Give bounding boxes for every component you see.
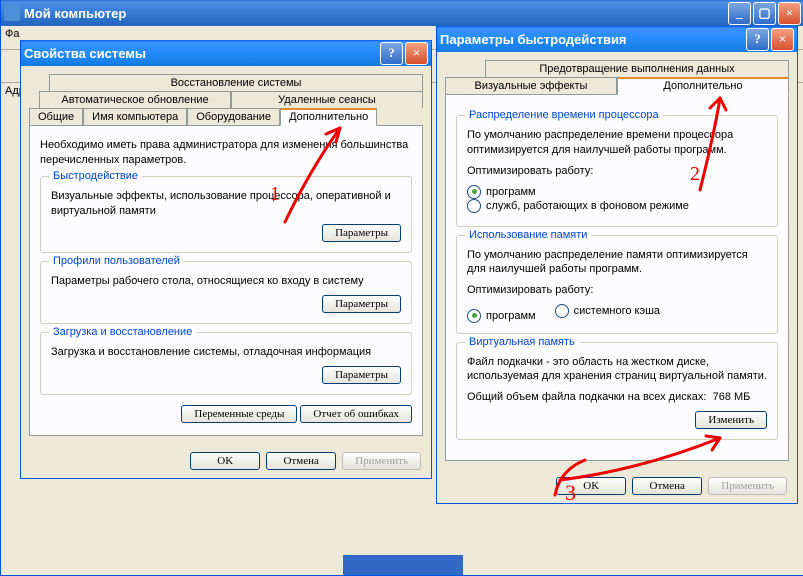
- performance-options-title: Параметры быстродействия: [440, 32, 744, 47]
- startup-recovery-desc: Загрузка и восстановление системы, отлад…: [51, 345, 401, 360]
- tab-hardware[interactable]: Оборудование: [187, 108, 280, 125]
- performance-options-dialog: Параметры быстродействия ? × Предотвраще…: [436, 26, 798, 504]
- close-button[interactable]: ×: [405, 42, 428, 65]
- tab-remote[interactable]: Удаленные сеансы: [231, 91, 423, 108]
- apply-button[interactable]: Применить: [342, 452, 421, 470]
- change-pagefile-button[interactable]: Изменить: [695, 411, 767, 429]
- memory-usage-desc: По умолчанию распределение памяти оптими…: [467, 248, 767, 278]
- performance-desc: Визуальные эффекты, использование процес…: [51, 189, 401, 219]
- admin-note: Необходимо иметь права администратора дл…: [40, 138, 412, 168]
- cpu-scheduling-legend: Распределение времени процессора: [465, 109, 663, 121]
- performance-options-titlebar[interactable]: Параметры быстродействия ? ×: [437, 26, 797, 52]
- ok-button[interactable]: OK: [556, 477, 626, 495]
- cpu-optimize-label: Оптимизировать работу:: [467, 164, 767, 179]
- my-computer-title: Мой компьютер: [24, 6, 726, 21]
- virtual-memory-legend: Виртуальная память: [465, 336, 579, 348]
- help-button[interactable]: ?: [746, 28, 769, 51]
- menu-file[interactable]: Фа: [5, 28, 19, 40]
- pagefile-total-value: 768 МБ: [713, 391, 751, 403]
- tab-advanced[interactable]: Дополнительно: [280, 108, 377, 126]
- radio-cpu-services[interactable]: служб, работающих в фоновом режиме: [467, 199, 689, 213]
- tab-general[interactable]: Общие: [29, 108, 83, 125]
- my-computer-titlebar[interactable]: Мой компьютер _ ▢ ×: [1, 0, 803, 26]
- radio-mem-programs[interactable]: программ: [467, 309, 536, 323]
- virtual-memory-group: Виртуальная память Файл подкачки - это о…: [456, 342, 778, 441]
- cpu-scheduling-group: Распределение времени процессора По умол…: [456, 115, 778, 227]
- system-properties-titlebar[interactable]: Свойства системы ? ×: [21, 40, 431, 66]
- apply-button[interactable]: Применить: [708, 477, 787, 495]
- cpu-scheduling-desc: По умолчанию распределение времени проце…: [467, 128, 767, 158]
- tab-auto-update[interactable]: Автоматическое обновление: [39, 91, 231, 108]
- error-report-button[interactable]: Отчет об ошибках: [300, 405, 412, 423]
- perf-advanced-panel: Распределение времени процессора По умол…: [445, 94, 789, 461]
- user-profiles-desc: Параметры рабочего стола, относящиеся ко…: [51, 274, 401, 289]
- startup-recovery-group: Загрузка и восстановление Загрузка и вос…: [40, 332, 412, 395]
- cancel-button[interactable]: Отмена: [632, 477, 702, 495]
- system-properties-title: Свойства системы: [24, 46, 378, 61]
- tab-visual-effects[interactable]: Визуальные эффекты: [445, 77, 617, 94]
- close-button[interactable]: ×: [771, 28, 794, 51]
- tab-dep[interactable]: Предотвращение выполнения данных: [485, 60, 789, 77]
- maximize-button[interactable]: ▢: [753, 2, 776, 25]
- taskbar-fragment: [343, 555, 463, 575]
- startup-recovery-legend: Загрузка и восстановление: [49, 326, 196, 338]
- tab-computer-name[interactable]: Имя компьютера: [83, 108, 187, 125]
- env-vars-button[interactable]: Переменные среды: [181, 405, 297, 423]
- user-profiles-settings-button[interactable]: Параметры: [322, 295, 401, 313]
- memory-usage-legend: Использование памяти: [465, 229, 591, 241]
- memory-optimize-label: Оптимизировать работу:: [467, 283, 767, 298]
- minimize-button[interactable]: _: [728, 2, 751, 25]
- close-button[interactable]: ×: [778, 2, 801, 25]
- radio-cpu-programs[interactable]: программ: [467, 185, 536, 199]
- performance-group: Быстродействие Визуальные эффекты, испол…: [40, 176, 412, 254]
- system-properties-dialog: Свойства системы ? × Восстановление сист…: [20, 40, 432, 479]
- performance-settings-button[interactable]: Параметры: [322, 224, 401, 242]
- startup-recovery-settings-button[interactable]: Параметры: [322, 366, 401, 384]
- pagefile-total-label: Общий объем файла подкачки на всех диска…: [467, 391, 706, 403]
- advanced-panel: Необходимо иметь права администратора дл…: [29, 125, 423, 436]
- my-computer-icon: [4, 5, 20, 21]
- virtual-memory-desc: Файл подкачки - это область на жестком д…: [467, 355, 767, 385]
- user-profiles-group: Профили пользователей Параметры рабочего…: [40, 261, 412, 324]
- user-profiles-legend: Профили пользователей: [49, 255, 184, 267]
- tab-advanced[interactable]: Дополнительно: [617, 77, 789, 95]
- tab-system-restore[interactable]: Восстановление системы: [49, 74, 423, 91]
- cancel-button[interactable]: Отмена: [266, 452, 336, 470]
- ok-button[interactable]: OK: [190, 452, 260, 470]
- performance-legend: Быстродействие: [49, 170, 142, 182]
- help-button[interactable]: ?: [380, 42, 403, 65]
- memory-usage-group: Использование памяти По умолчанию распре…: [456, 235, 778, 334]
- radio-mem-cache[interactable]: системного кэша: [555, 304, 660, 318]
